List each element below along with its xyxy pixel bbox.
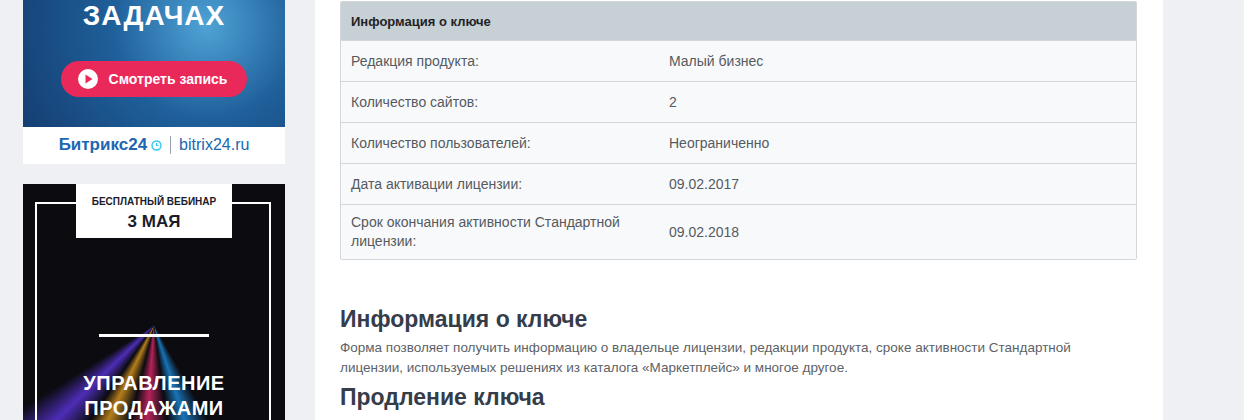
webinar-ad[interactable]: БЕСПЛАТНЫЙ ВЕБИНАР3 МАЯ УПРАВЛЕНИЕ ПРОДАЖ… <box>23 184 285 420</box>
table-row: Редакция продукта:Малый бизнес <box>341 40 1136 81</box>
row-label: Срок окончания активности Стандартной ли… <box>341 205 659 259</box>
watch-button[interactable]: Смотреть запись <box>61 61 248 97</box>
recording-ad[interactable]: ЗАДАЧАХ Смотреть запись Битрикс24 bitrix24.… <box>23 0 285 164</box>
row-value: 09.02.2017 <box>659 164 1136 204</box>
section: Продление ключа <box>340 382 1137 412</box>
page: ЗАДАЧАХ Смотреть запись Битрикс24 bitrix24.… <box>0 0 1244 420</box>
row-label: Дата активации лицензии: <box>341 164 659 204</box>
ad-line <box>99 334 209 337</box>
table-header: Информация о ключе <box>341 2 1136 40</box>
table-row: Дата активации лицензии:09.02.2017 <box>341 163 1136 204</box>
row-value: Малый бизнес <box>659 41 1136 81</box>
row-label: Количество пользователей: <box>341 123 659 163</box>
row-value: 2 <box>659 82 1136 122</box>
brand-separator <box>170 136 171 154</box>
row-value: Неограниченно <box>659 123 1136 163</box>
table-row: Срок окончания активности Стандартной ли… <box>341 204 1136 259</box>
ad-image: ЗАДАЧАХ Смотреть запись <box>23 0 285 127</box>
section-heading[interactable]: Информация о ключе <box>340 304 1137 334</box>
play-icon <box>77 68 99 90</box>
row-value: 09.02.2018 <box>659 205 1136 259</box>
play-svg-icon <box>77 68 99 90</box>
brand-name: Битрикс24 <box>59 135 147 155</box>
key-info-table: Информация о ключеРедакция продукта:Малы… <box>340 1 1137 260</box>
ad-title: ЗАДАЧАХ <box>83 0 225 30</box>
clock-icon <box>151 140 162 151</box>
ads-column: ЗАДАЧАХ Смотреть запись Битрикс24 bitrix24.… <box>23 0 285 420</box>
table-row: Количество пользователей:Неограниченно <box>341 122 1136 163</box>
row-label: Количество сайтов: <box>341 82 659 122</box>
webinar-title: УПРАВЛЕНИЕ ПРОДАЖАМИ <box>45 371 263 420</box>
row-label: Редакция продукта: <box>341 41 659 81</box>
brand-site: bitrix24.ru <box>179 136 249 154</box>
section-text: Форма позволяет получить информацию о вл… <box>340 338 1120 378</box>
webinar-badge: БЕСПЛАТНЫЙ ВЕБИНАР3 МАЯ <box>76 184 232 238</box>
section: Информация о ключе Форма позволяет получи… <box>340 304 1137 378</box>
main-panel: Информация о ключеРедакция продукта:Малы… <box>315 0 1163 420</box>
table-row: Количество сайтов:2 <box>341 81 1136 122</box>
section-heading[interactable]: Продление ключа <box>340 382 1137 412</box>
ad-brand: Битрикс24 bitrix24.ru <box>23 127 285 164</box>
